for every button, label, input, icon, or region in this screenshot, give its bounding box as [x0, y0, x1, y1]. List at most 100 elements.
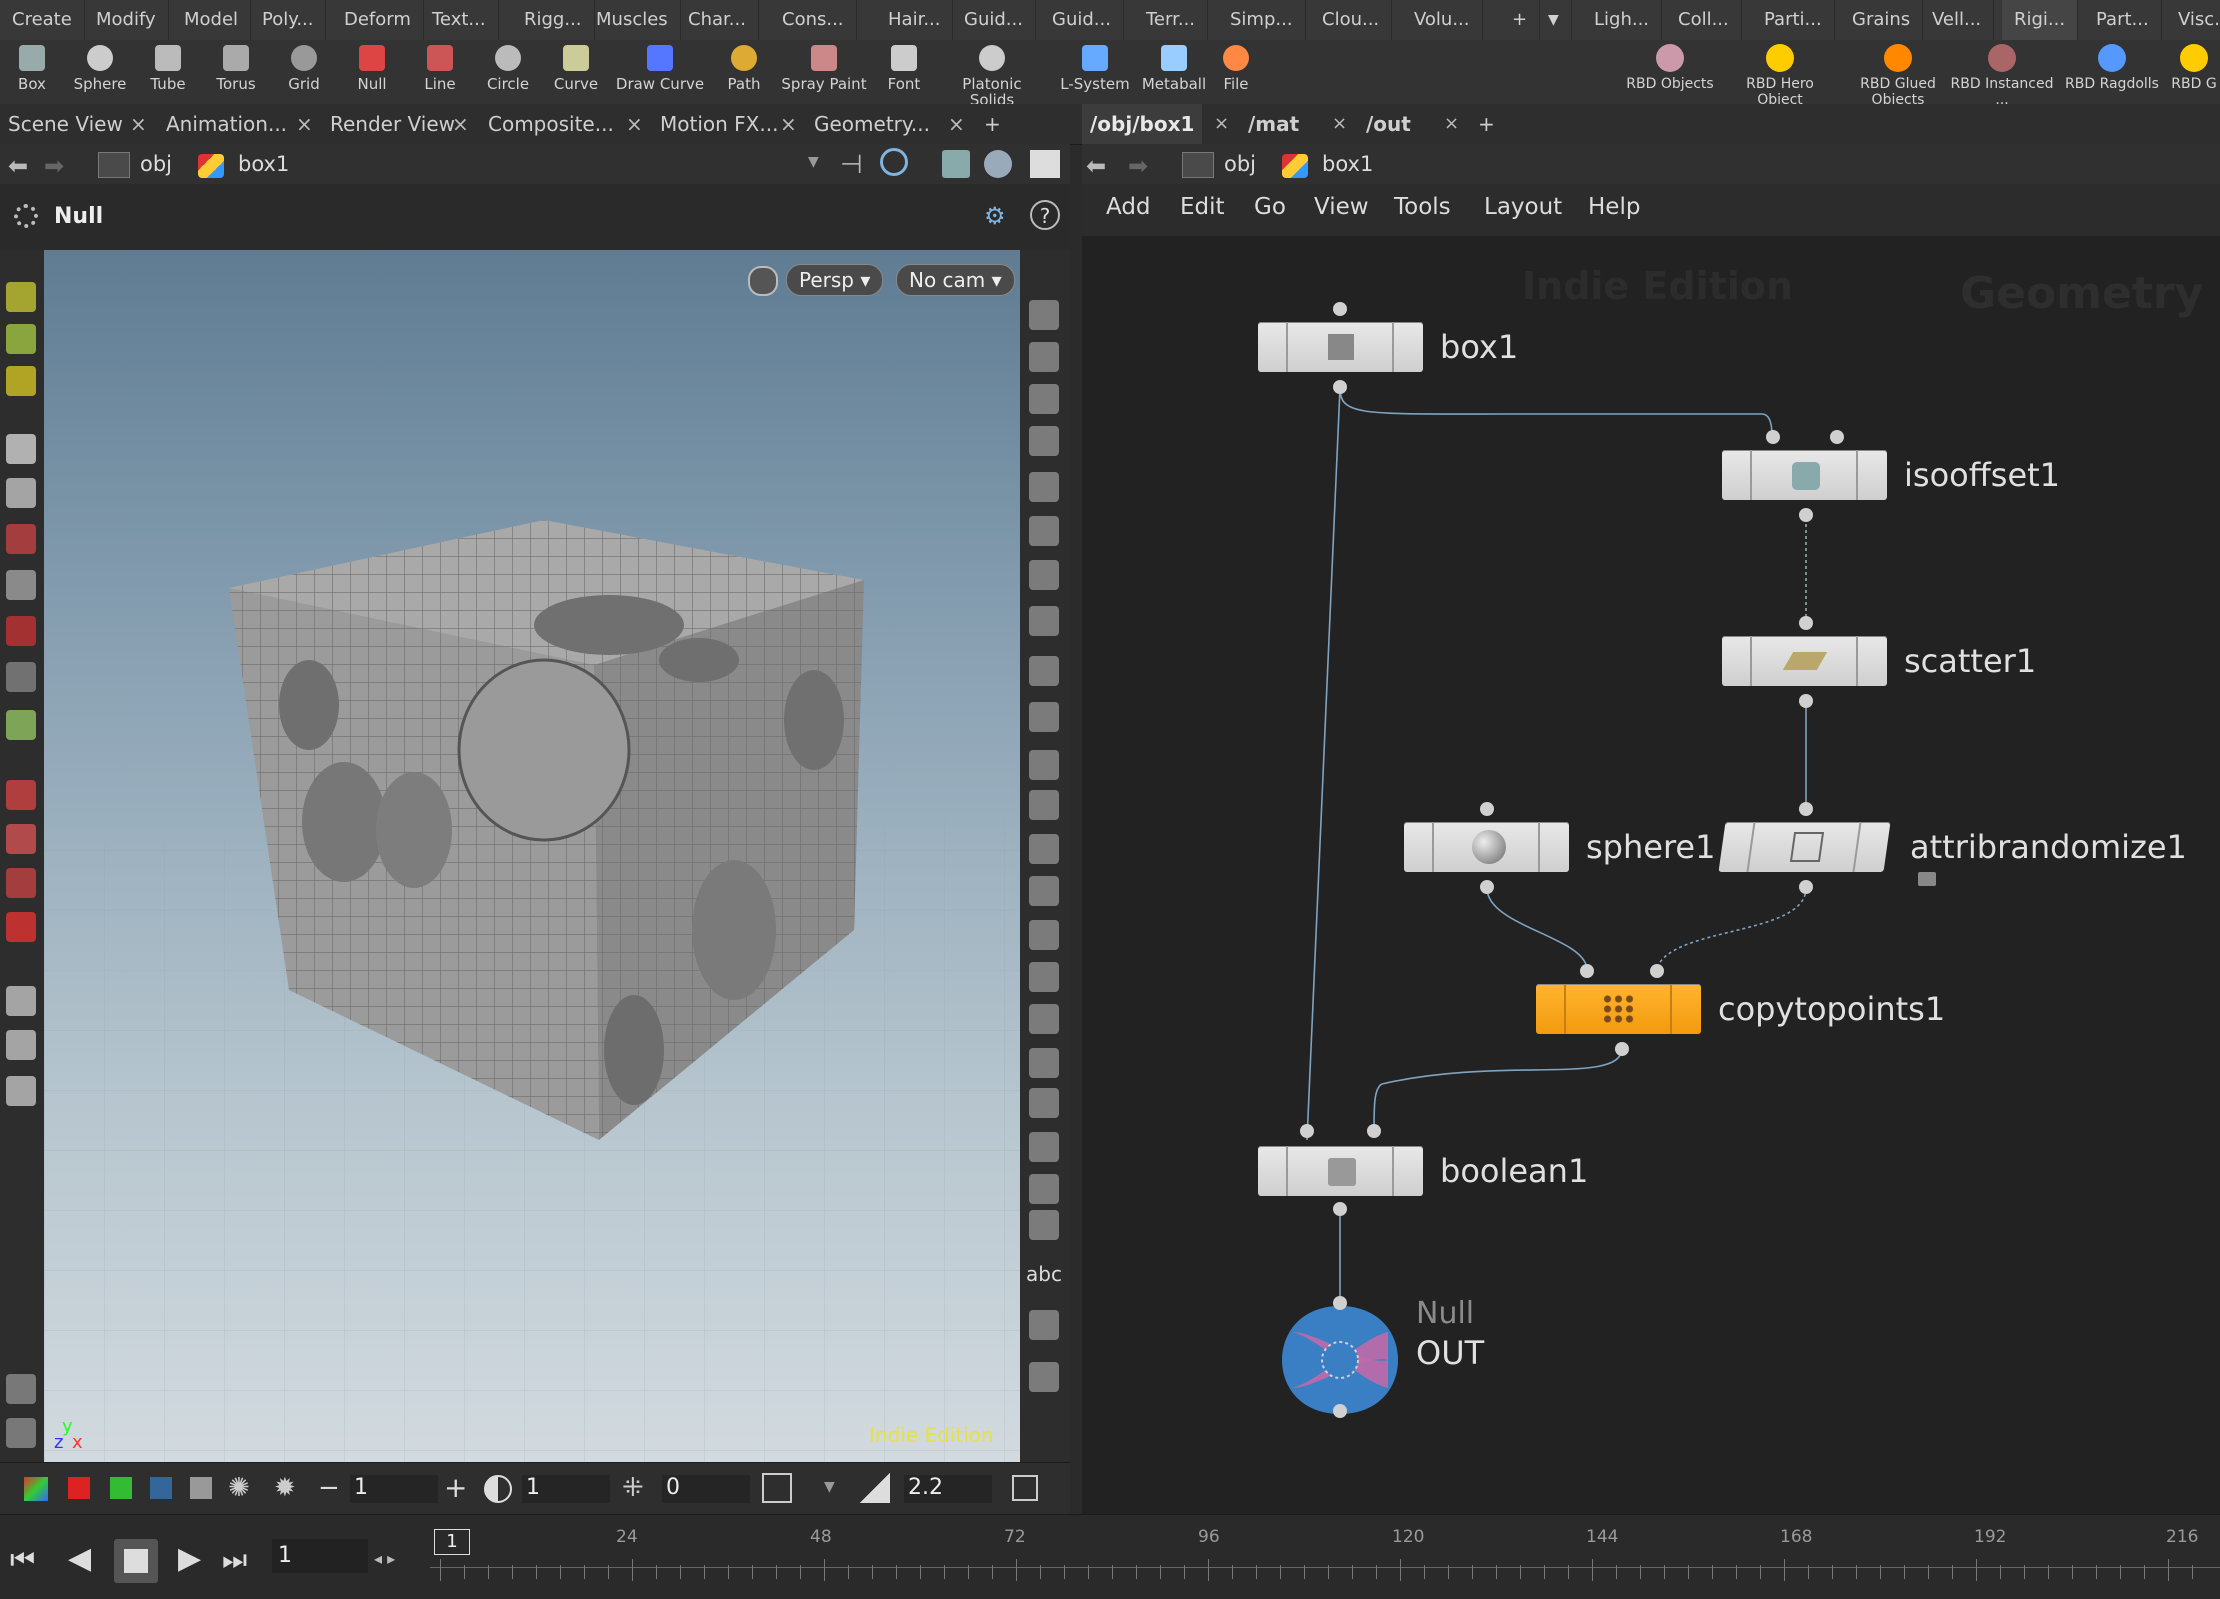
- viewer-right-tool-13-icon[interactable]: [1029, 876, 1059, 906]
- viewer-right-tool-1-icon[interactable]: [1029, 342, 1059, 372]
- network-menu-6[interactable]: Help: [1588, 194, 1640, 220]
- viewer-right-tool-17-icon[interactable]: [1029, 1048, 1059, 1078]
- node-copytopoints1[interactable]: [1536, 984, 1701, 1034]
- shelf-tool-1[interactable]: Sphere: [68, 40, 132, 104]
- play-icon[interactable]: ▶: [178, 1541, 201, 1576]
- value-field-1[interactable]: 1: [350, 1475, 438, 1503]
- shelf-dropdown-icon[interactable]: ▼: [1536, 0, 1572, 40]
- shelf-tab-11[interactable]: Guid...: [952, 0, 1036, 40]
- grid-settings-icon[interactable]: [1012, 1475, 1038, 1501]
- gamma-field[interactable]: 2.2: [904, 1475, 992, 1503]
- contrast-icon[interactable]: [484, 1475, 512, 1503]
- shelf-add-icon[interactable]: +: [1500, 0, 1541, 40]
- timeline-ruler[interactable]: 1: [430, 1525, 2220, 1595]
- viewer-left-tool-3-icon[interactable]: [6, 434, 36, 464]
- shelf-tab-4[interactable]: Deform: [332, 0, 424, 40]
- shelf-tab-6[interactable]: Rigg...: [512, 0, 595, 40]
- play-back-icon[interactable]: ◀: [68, 1541, 91, 1576]
- node-box1[interactable]: [1258, 322, 1423, 372]
- pane-tab-close-0[interactable]: ×: [122, 104, 155, 144]
- pane-tab-4[interactable]: Motion FX...: [652, 104, 786, 144]
- pane-tab-0[interactable]: Scene View: [0, 104, 131, 144]
- decrement-button[interactable]: −: [318, 1473, 340, 1503]
- net-breadcrumb-box1[interactable]: box1: [1322, 150, 1373, 178]
- lights-icon[interactable]: [984, 150, 1012, 178]
- target-icon[interactable]: [880, 148, 908, 176]
- snapshot-icon[interactable]: [1030, 150, 1060, 178]
- shelf-tab-7[interactable]: Muscles: [584, 0, 681, 40]
- viewer-left-tool-12-icon[interactable]: [6, 868, 36, 898]
- viewer-left-tool-9-icon[interactable]: [6, 710, 36, 740]
- color-swatch-blue[interactable]: [150, 1477, 172, 1499]
- shelf-tab-16[interactable]: Volu...: [1402, 0, 1483, 40]
- node-sphere1[interactable]: [1404, 822, 1569, 872]
- rbd-tool-5[interactable]: RBD G: [2168, 40, 2220, 104]
- shelf-tool-13[interactable]: Platonic Solids: [940, 40, 1044, 108]
- viewer-right-tool-22-icon[interactable]: [1029, 1310, 1059, 1340]
- dropdown-icon[interactable]: ▼: [824, 1479, 835, 1495]
- shelf-tool-4[interactable]: Grid: [272, 40, 336, 104]
- frame-field[interactable]: 1: [272, 1539, 368, 1573]
- viewer-right-tool-20-icon[interactable]: [1029, 1174, 1059, 1204]
- network-tab-2[interactable]: /out: [1358, 104, 1419, 144]
- help-icon[interactable]: ?: [1030, 200, 1060, 230]
- viewer-right-tool-16-icon[interactable]: [1029, 1004, 1059, 1034]
- jump-end-icon[interactable]: ⏭: [222, 1543, 247, 1577]
- viewer-right-tool-3-icon[interactable]: [1029, 426, 1059, 456]
- shelf-tool-16[interactable]: File: [1204, 40, 1268, 104]
- jump-start-icon[interactable]: ⏮: [10, 1543, 35, 1577]
- color-swatch-grey[interactable]: [190, 1477, 212, 1499]
- shelf-tab-0[interactable]: Create: [0, 0, 85, 40]
- viewer-right-tool-21-icon[interactable]: [1029, 1210, 1059, 1240]
- viewer-left-tool-4-icon[interactable]: [6, 478, 36, 508]
- node-scatter1[interactable]: [1722, 636, 1887, 686]
- rbd-tool-2[interactable]: RBD Glued Objects: [1842, 40, 1954, 108]
- network-tab-close-2[interactable]: ×: [1436, 104, 1467, 144]
- persp-menu[interactable]: Persp ▾: [786, 264, 884, 296]
- viewer-left-tool-8-icon[interactable]: [6, 662, 36, 692]
- viewer-right-tool-23-icon[interactable]: [1029, 1362, 1059, 1392]
- layers-stack-icon[interactable]: [6, 1374, 36, 1404]
- net-breadcrumb-obj[interactable]: obj: [1224, 150, 1256, 178]
- pane-tab-3[interactable]: Composite...: [480, 104, 622, 144]
- viewer-left-tool-5-icon[interactable]: [6, 524, 36, 554]
- network-menu-1[interactable]: Edit: [1180, 194, 1225, 220]
- network-tab-1[interactable]: /mat: [1240, 104, 1307, 144]
- camera-reel-icon[interactable]: [6, 1418, 36, 1448]
- lock-camera-icon[interactable]: [748, 266, 778, 296]
- pane-tab-close-4[interactable]: ×: [772, 104, 805, 144]
- value-field-3[interactable]: 0: [662, 1475, 750, 1503]
- viewer-right-tool-2-icon[interactable]: [1029, 384, 1059, 414]
- shelf-tab-right-3[interactable]: Grains: [1840, 0, 1924, 40]
- pane-tab-close-5[interactable]: ×: [940, 104, 973, 144]
- viewer-left-tool-14-icon[interactable]: [6, 986, 36, 1016]
- viewer-right-tool-11-icon[interactable]: [1029, 790, 1059, 820]
- viewer-right-tool-19-icon[interactable]: [1029, 1132, 1059, 1162]
- gamma-icon[interactable]: [860, 1473, 890, 1503]
- viewer-left-tool-6-icon[interactable]: [6, 570, 36, 600]
- shelf-tool-2[interactable]: Tube: [136, 40, 200, 104]
- shelf-tab-right-5[interactable]: Rigi...: [2002, 0, 2079, 40]
- shelf-tool-0[interactable]: Box: [0, 40, 64, 104]
- network-menu-2[interactable]: Go: [1254, 194, 1286, 220]
- viewer-right-tool-4-icon[interactable]: [1029, 472, 1059, 502]
- shelf-tool-7[interactable]: Circle: [476, 40, 540, 104]
- color-swatch-green[interactable]: [110, 1477, 132, 1499]
- viewer-right-tool-15-icon[interactable]: [1029, 962, 1059, 992]
- viewer-right-tool-0-icon[interactable]: [1029, 300, 1059, 330]
- scene-viewport[interactable]: y z x Indie Edition Persp ▾ No cam ▾: [44, 250, 1020, 1462]
- network-menu-4[interactable]: Tools: [1394, 194, 1451, 220]
- viewer-left-tool-11-icon[interactable]: [6, 824, 36, 854]
- import-icon[interactable]: [762, 1473, 792, 1503]
- shelf-tab-right-6[interactable]: Part...: [2084, 0, 2162, 40]
- back-arrow-icon[interactable]: ⬅: [8, 152, 28, 180]
- viewer-left-tool-10-icon[interactable]: [6, 780, 36, 810]
- shelf-tool-8[interactable]: Curve: [544, 40, 608, 104]
- pin-icon[interactable]: ⊣: [840, 150, 863, 180]
- pane-tab-close-1[interactable]: ×: [288, 104, 321, 144]
- viewer-right-tool-10-icon[interactable]: [1029, 750, 1059, 780]
- net-back-arrow-icon[interactable]: ⬅: [1086, 152, 1106, 180]
- viewer-left-tool-2-icon[interactable]: [6, 366, 36, 396]
- shelf-tab-9[interactable]: Cons...: [770, 0, 857, 40]
- points-icon[interactable]: ⁜: [622, 1473, 644, 1503]
